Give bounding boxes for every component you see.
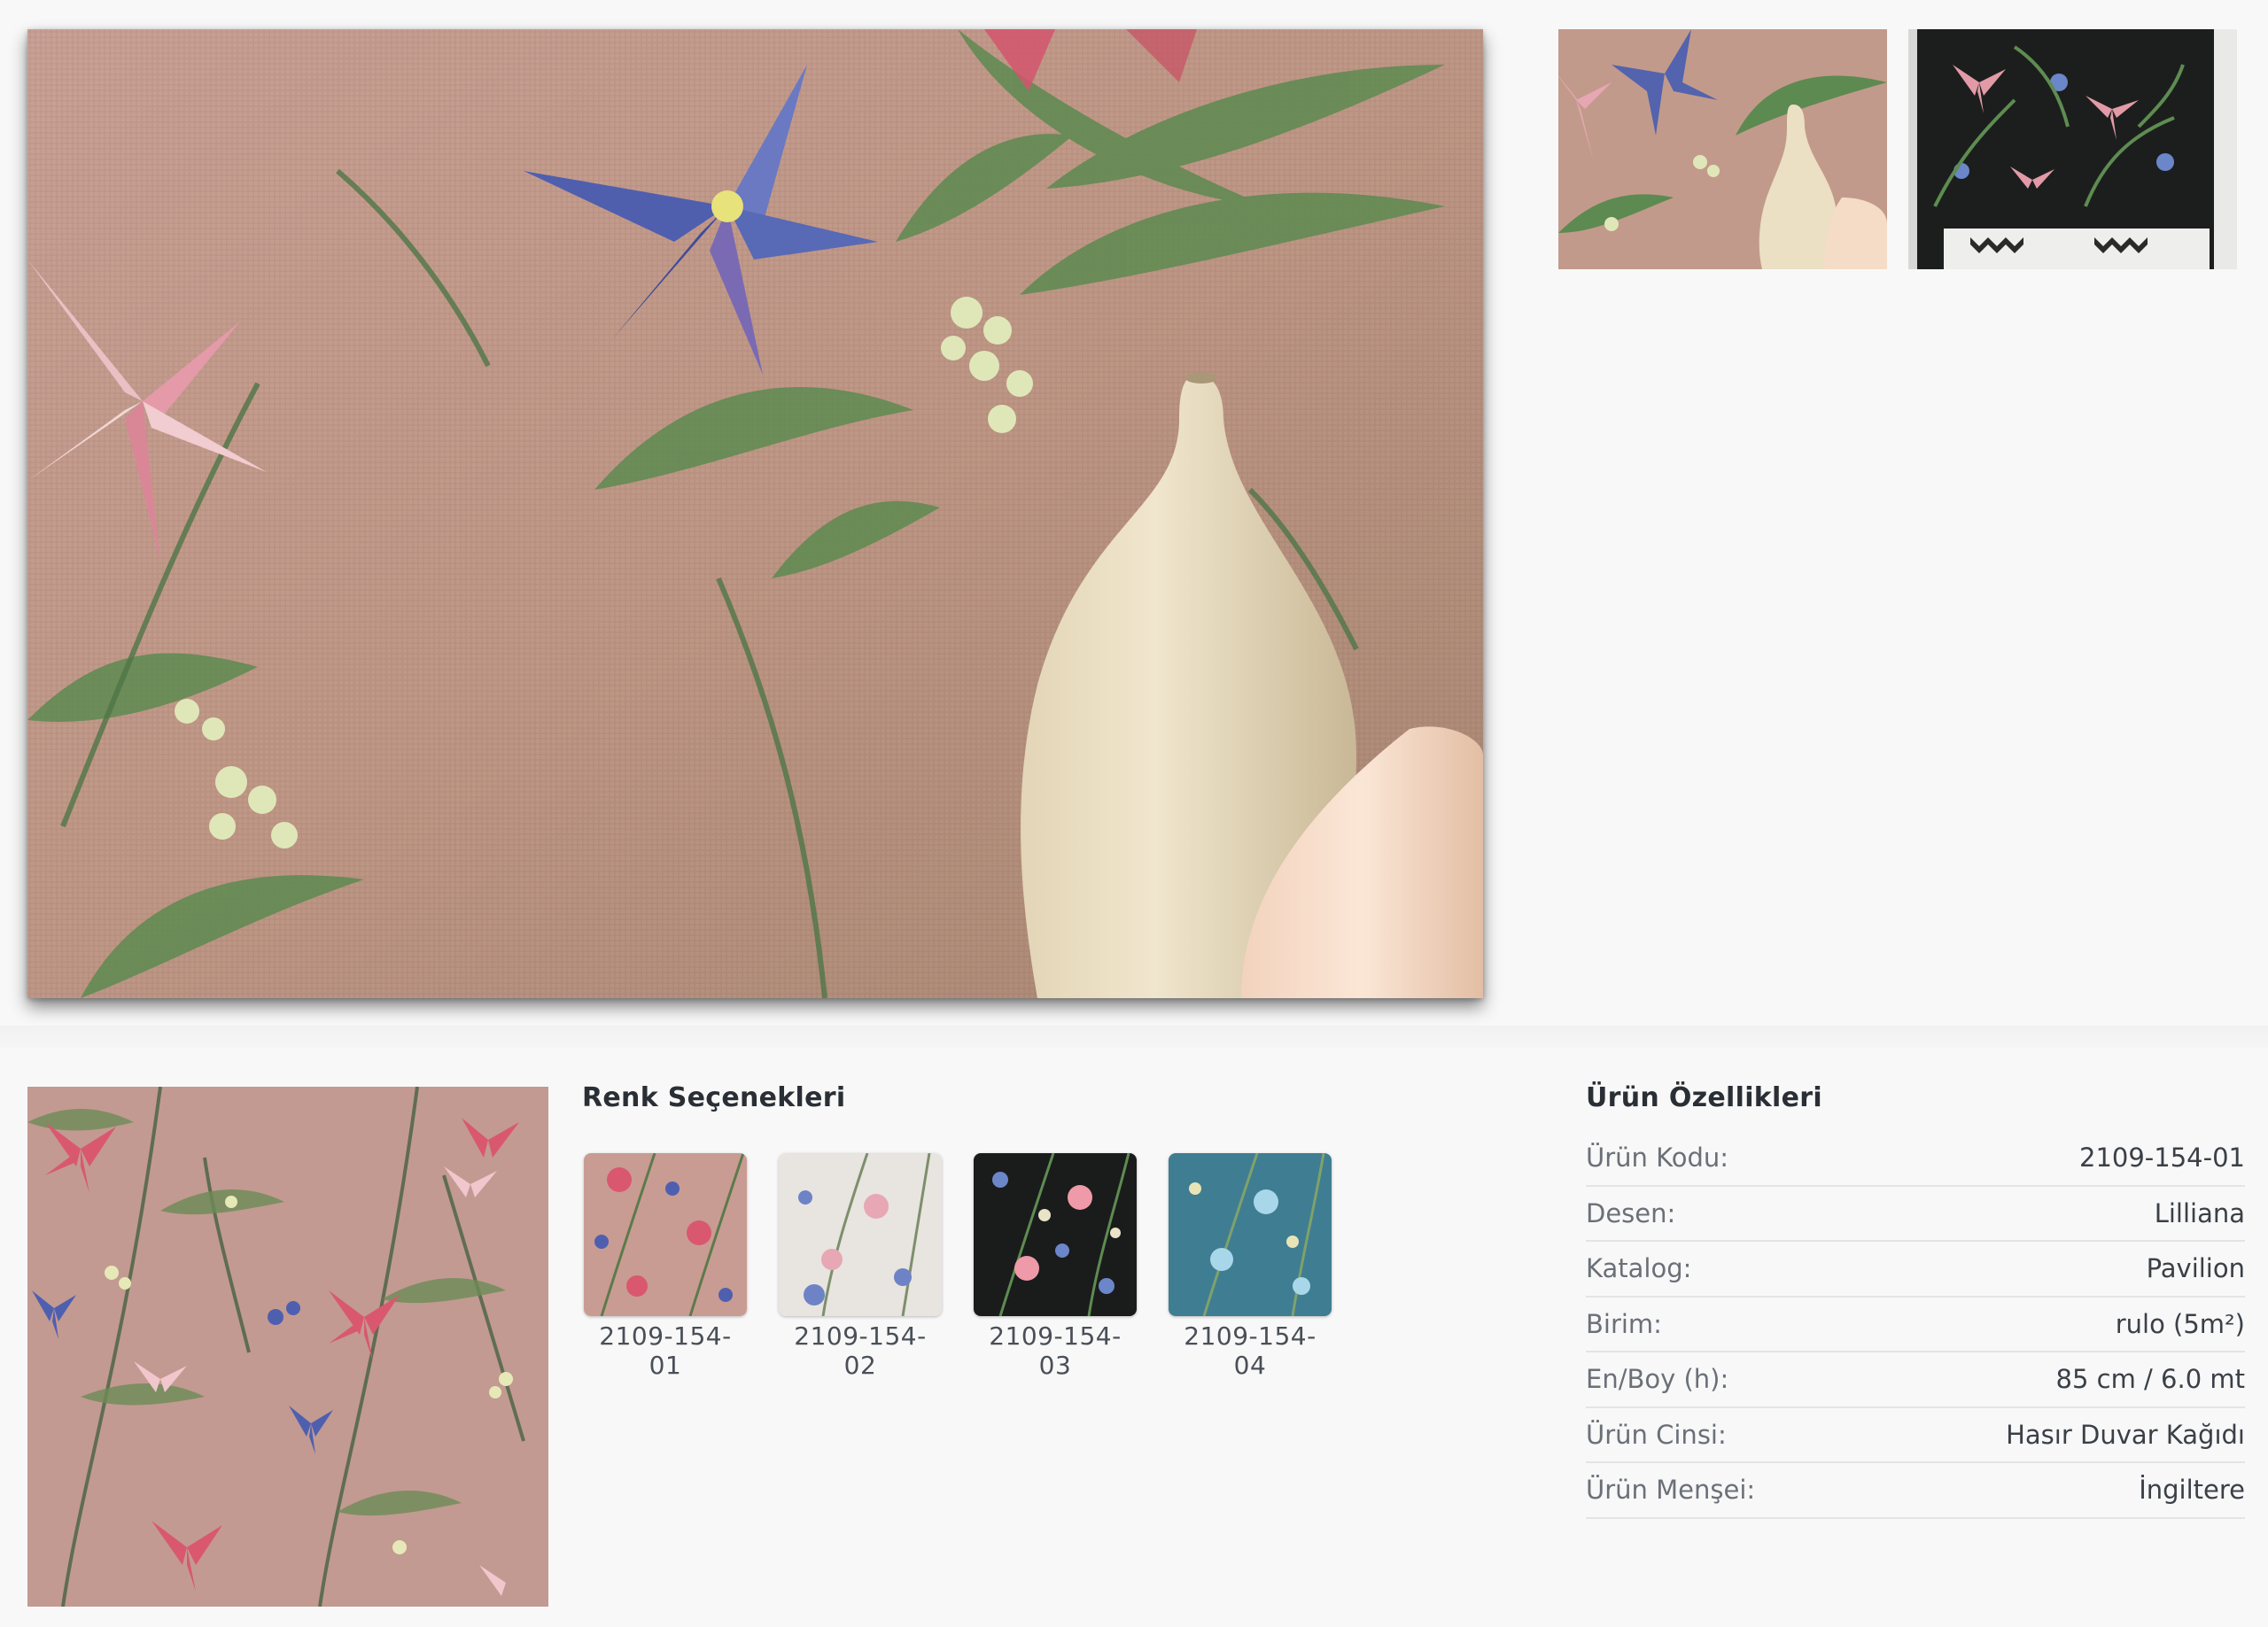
color-swatch-02[interactable] <box>779 1153 942 1316</box>
spec-row-product-type: Ürün Cinsi: Hasır Duvar Kağıdı <box>1586 1408 2245 1463</box>
spec-value: Hasır Duvar Kağıdı <box>2006 1419 2245 1450</box>
color-swatch-03-art <box>974 1153 1137 1316</box>
product-page: Renk Seçenekleri 2109-154-01 2109-154-02 <box>0 0 2268 1627</box>
spec-row-catalog: Katalog: Pavilion <box>1586 1242 2245 1298</box>
spec-row-origin: Ürün Menşei: İngiltere <box>1586 1463 2245 1519</box>
spec-value: rulo (5m²) <box>2115 1308 2245 1339</box>
color-swatch-04[interactable] <box>1169 1153 1332 1316</box>
section-divider <box>0 1026 2268 1049</box>
spec-label: Katalog: <box>1586 1253 1692 1284</box>
spec-label: Birim: <box>1586 1308 1662 1339</box>
thumbnail-black-bedroom-art <box>1908 29 2237 269</box>
color-option-03[interactable]: 2109-154-03 <box>974 1153 1137 1380</box>
color-option-04[interactable]: 2109-154-04 <box>1169 1153 1332 1380</box>
spec-value: Pavilion <box>2146 1253 2245 1284</box>
color-swatch-02-art <box>779 1153 942 1316</box>
main-product-image[interactable] <box>27 29 1483 998</box>
spec-row-unit: Birim: rulo (5m²) <box>1586 1298 2245 1352</box>
spec-label: Ürün Menşei: <box>1586 1475 1756 1506</box>
color-swatch-01-art <box>584 1153 747 1316</box>
pattern-sample-art <box>27 1087 548 1607</box>
color-options-heading: Renk Seçenekleri <box>582 1082 846 1113</box>
color-swatch-01[interactable] <box>584 1153 747 1316</box>
product-specs-table: Ürün Kodu: 2109-154-01 Desen: Lilliana K… <box>1586 1131 2245 1519</box>
spec-value: İngiltere <box>2139 1475 2245 1506</box>
thumbnail-black-bedroom[interactable] <box>1908 29 2237 269</box>
spec-row-dimensions: En/Boy (h): 85 cm / 6.0 mt <box>1586 1352 2245 1408</box>
pattern-sample-image[interactable] <box>27 1087 548 1607</box>
color-code-03: 2109-154-03 <box>989 1321 1122 1380</box>
wallpaper-room-illustration <box>27 29 1483 998</box>
spec-label: Desen: <box>1586 1197 1676 1228</box>
thumbnail-pink-vase[interactable] <box>1558 29 1887 269</box>
color-code-01: 2109-154-01 <box>599 1321 732 1380</box>
spec-value: 85 cm / 6.0 mt <box>2055 1364 2245 1395</box>
spec-value: Lilliana <box>2154 1197 2245 1228</box>
spec-row-product-code: Ürün Kodu: 2109-154-01 <box>1586 1131 2245 1187</box>
color-option-02[interactable]: 2109-154-02 <box>779 1153 942 1380</box>
color-code-02: 2109-154-02 <box>794 1321 927 1380</box>
spec-value: 2109-154-01 <box>2079 1143 2245 1174</box>
color-option-01[interactable]: 2109-154-01 <box>584 1153 747 1380</box>
color-swatch-04-art <box>1169 1153 1332 1316</box>
color-code-04: 2109-154-04 <box>1184 1321 1317 1380</box>
spec-label: Ürün Cinsi: <box>1586 1419 1727 1450</box>
thumbnail-pink-vase-art <box>1558 29 1887 269</box>
color-swatch-03[interactable] <box>974 1153 1137 1316</box>
spec-label: Ürün Kodu: <box>1586 1143 1729 1174</box>
spec-row-pattern: Desen: Lilliana <box>1586 1187 2245 1242</box>
spec-label: En/Boy (h): <box>1586 1364 1729 1395</box>
product-specs-heading: Ürün Özellikleri <box>1586 1082 1822 1113</box>
